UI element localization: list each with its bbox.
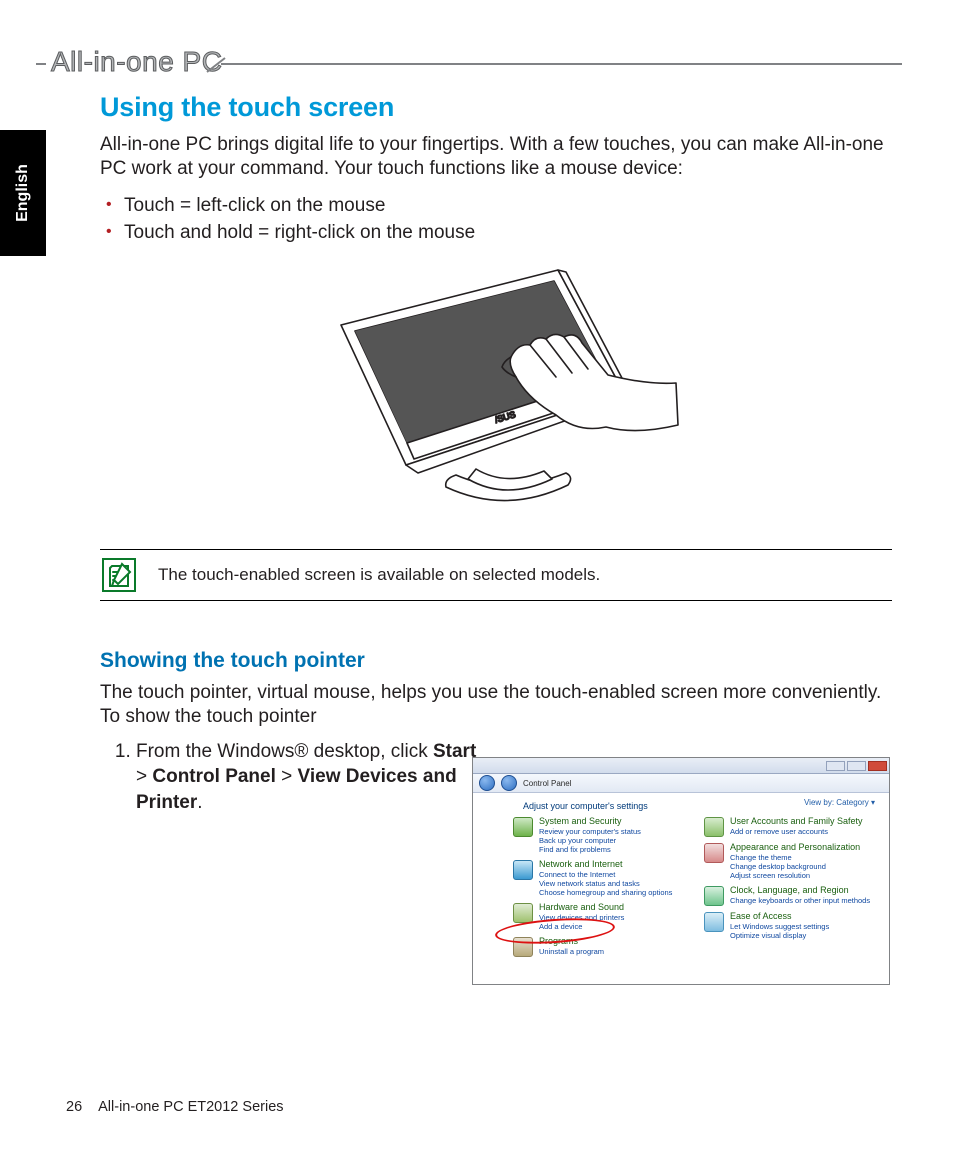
cp-category-system-security[interactable]: System and Security Review your computer… [513,817,686,854]
cp-link[interactable]: Find and fix problems [539,845,641,854]
cp-category-clock-region[interactable]: Clock, Language, and Region Change keybo… [704,886,877,906]
language-tab-label: English [14,164,32,222]
note-text: The touch-enabled screen is available on… [158,565,892,585]
note-box: The touch-enabled screen is available on… [100,549,892,601]
touch-bullet-list: Touch = left-click on the mouse Touch an… [100,192,892,247]
bullet-item: Touch and hold = right-click on the mous… [124,219,892,247]
page-number: 26 [66,1099,82,1115]
step-text: From the Windows® desktop, click [136,741,433,762]
manual-page: All-in-one PC All-in-one PC English Usin… [0,0,954,1155]
subsection-heading: Showing the touch pointer [100,649,892,673]
cp-body: System and Security Review your computer… [473,815,889,963]
step-item: From the Windows® desktop, click Start >… [136,739,486,814]
bullet-item: Touch = left-click on the mouse [124,192,892,220]
cp-link[interactable]: View network status and tasks [539,879,672,888]
window-minimize-button[interactable] [826,761,845,771]
nav-back-button[interactable] [479,775,495,791]
language-tab: English [0,130,46,256]
cp-link[interactable]: Change desktop background [730,862,860,871]
cp-cat-label: System and Security [539,817,641,827]
touch-illustration-wrap: /SUS [100,265,892,523]
cp-link[interactable]: Back up your computer [539,836,641,845]
header-rule-diagonal [206,57,226,73]
touch-illustration: /SUS [306,265,686,523]
step-text: . [197,792,202,813]
cp-cat-label: Hardware and Sound [539,903,624,913]
footer-doc-title: All-in-one PC ET2012 Series [98,1099,283,1115]
sub-intro-paragraph: The touch pointer, virtual mouse, helps … [100,681,892,730]
header-product-line-outline: All-in-one PC [51,46,222,78]
cp-cat-label: Appearance and Personalization [730,843,860,853]
window-close-button[interactable] [868,761,887,771]
clock-icon [704,886,724,906]
accessibility-icon [704,912,724,932]
globe-icon [513,860,533,880]
control-panel-screenshot: Control Panel Adjust your computer's set… [472,757,890,985]
cp-cat-label: User Accounts and Family Safety [730,817,863,827]
cp-category-ease-of-access[interactable]: Ease of Access Let Windows suggest setti… [704,912,877,940]
cp-address: Control Panel [523,779,571,788]
cp-link[interactable]: Change the theme [730,853,860,862]
step-sep: > [136,766,152,787]
cp-link[interactable]: Add or remove user accounts [730,827,863,836]
cp-link[interactable]: Choose homegroup and sharing options [539,888,672,897]
header-rule-right [221,63,902,65]
monitor-icon [704,843,724,863]
cp-category-network[interactable]: Network and Internet Connect to the Inte… [513,860,686,897]
header-rule-left [36,63,46,65]
note-icon [102,558,136,592]
cp-link[interactable]: Adjust screen resolution [730,871,860,880]
cp-titlebar [473,758,889,774]
printer-icon [513,903,533,923]
shield-icon [513,817,533,837]
nav-forward-button[interactable] [501,775,517,791]
window-maximize-button[interactable] [847,761,866,771]
cp-cat-label: Ease of Access [730,912,829,922]
cp-category-appearance[interactable]: Appearance and Personalization Change th… [704,843,877,880]
section-heading: Using the touch screen [100,92,892,123]
cp-link[interactable]: Optimize visual display [730,931,829,940]
page-footer: 26 All-in-one PC ET2012 Series [66,1099,284,1115]
content-column: Using the touch screen All-in-one PC bri… [100,92,892,815]
cp-link[interactable]: Uninstall a program [539,947,604,956]
cp-right-column: User Accounts and Family Safety Add or r… [704,817,877,963]
step-bold: Start [433,741,476,762]
intro-paragraph: All-in-one PC brings digital life to you… [100,133,892,182]
cp-category-user-accounts[interactable]: User Accounts and Family Safety Add or r… [704,817,877,837]
header-product-line: All-in-one PC All-in-one PC [51,46,222,78]
step-bold: Control Panel [152,766,276,787]
cp-cat-label: Network and Internet [539,860,672,870]
cp-link[interactable]: Review your computer's status [539,827,641,836]
cp-toolbar: Control Panel [473,774,889,793]
cp-link[interactable]: Let Windows suggest settings [730,922,829,931]
cp-link[interactable]: Change keyboards or other input methods [730,896,870,905]
step-sep: > [276,766,298,787]
cp-cat-label: Clock, Language, and Region [730,886,870,896]
cp-viewby[interactable]: View by: Category ▾ [804,798,875,807]
cp-link[interactable]: Connect to the Internet [539,870,672,879]
users-icon [704,817,724,837]
